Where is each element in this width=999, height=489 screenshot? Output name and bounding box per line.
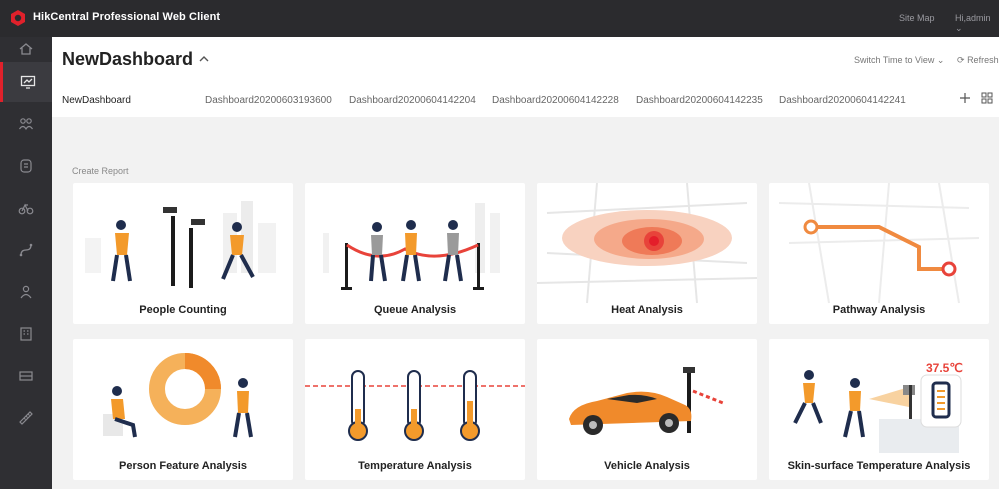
person-feature-illustration bbox=[103, 353, 253, 438]
sidebar-item-person[interactable] bbox=[0, 272, 52, 312]
report-card-vehicle-analysis[interactable]: Vehicle Analysis bbox=[537, 339, 757, 480]
card-label: Person Feature Analysis bbox=[119, 460, 247, 472]
sidebar-item-gate[interactable] bbox=[0, 356, 52, 396]
chevron-up-icon[interactable] bbox=[198, 53, 210, 65]
person-icon bbox=[20, 285, 32, 299]
report-card-person-feature-analysis[interactable]: Person Feature Analysis bbox=[73, 339, 293, 480]
card-label: Pathway Analysis bbox=[832, 304, 926, 316]
sidebar-item-face[interactable] bbox=[0, 146, 52, 186]
dashboard-header: NewDashboard Switch Time to View ⌄ ⟳ Ref… bbox=[52, 37, 999, 117]
gate-icon bbox=[19, 371, 33, 381]
sidebar bbox=[0, 37, 52, 489]
switch-time-dropdown[interactable]: Switch Time to View ⌄ bbox=[854, 55, 944, 66]
building-icon bbox=[20, 327, 32, 341]
report-card-queue-analysis[interactable]: Queue Analysis bbox=[305, 183, 525, 324]
sidebar-item-people[interactable] bbox=[0, 104, 52, 144]
section-label: Create Report bbox=[72, 166, 129, 176]
card-label: Queue Analysis bbox=[373, 304, 457, 316]
people-icon bbox=[19, 118, 33, 131]
chevron-down-icon: ⌄ bbox=[955, 23, 963, 33]
main-content: NewDashboard Switch Time to View ⌄ ⟳ Ref… bbox=[52, 37, 999, 489]
heat-analysis-illustration bbox=[537, 183, 757, 304]
tab-dashboard-1[interactable]: Dashboard20200603193600 bbox=[205, 95, 332, 106]
face-icon bbox=[20, 159, 32, 173]
tab-dashboard-2[interactable]: Dashboard20200604142204 bbox=[349, 95, 476, 106]
card-label: Temperature Analysis bbox=[358, 460, 472, 472]
sidebar-item-pathway[interactable] bbox=[0, 230, 52, 270]
sidebar-item-building[interactable] bbox=[0, 314, 52, 354]
refresh-icon: ⟳ bbox=[957, 55, 965, 65]
user-name: Hi,admin bbox=[955, 13, 991, 23]
ruler-icon bbox=[19, 411, 33, 425]
tab-dashboard-5[interactable]: Dashboard20200604142241 bbox=[779, 95, 906, 106]
pathway-icon bbox=[19, 243, 33, 257]
report-card-people-counting[interactable]: People Counting bbox=[73, 183, 293, 324]
pathway-analysis-illustration bbox=[778, 183, 980, 304]
card-label: Skin-surface Temperature Analysis bbox=[787, 460, 971, 472]
queue-analysis-illustration bbox=[323, 203, 500, 290]
bicycle-icon bbox=[18, 203, 34, 215]
tab-dashboard-3[interactable]: Dashboard20200604142228 bbox=[492, 95, 619, 106]
sidebar-item-vehicle[interactable] bbox=[0, 188, 52, 228]
tab-newdashboard[interactable]: NewDashboard bbox=[62, 95, 131, 106]
add-icon[interactable] bbox=[959, 92, 971, 104]
report-card-temperature-analysis[interactable]: Temperature Analysis bbox=[305, 339, 525, 480]
refresh-label: Refresh bbox=[967, 55, 999, 65]
report-card-skin-surface-temperature-analysis[interactable]: 37.5℃ Skin-surface Temperature Analysis bbox=[769, 339, 989, 480]
sidebar-item-ruler[interactable] bbox=[0, 398, 52, 438]
report-card-heat-analysis[interactable]: Heat Analysis bbox=[537, 183, 757, 324]
top-bar: HikCentral Professional Web Client Site … bbox=[0, 0, 999, 37]
card-label: Vehicle Analysis bbox=[604, 460, 690, 472]
card-label: Heat Analysis bbox=[611, 304, 683, 316]
site-map-link[interactable]: Site Map bbox=[899, 13, 935, 23]
user-menu[interactable]: Hi,admin ⌄ bbox=[955, 13, 999, 34]
home-icon bbox=[19, 43, 33, 55]
card-label: People Counting bbox=[139, 304, 227, 316]
grid-icon[interactable] bbox=[981, 92, 993, 104]
report-card-pathway-analysis[interactable]: Pathway Analysis bbox=[769, 183, 989, 324]
hikcentral-logo-icon bbox=[11, 10, 25, 26]
vehicle-analysis-illustration bbox=[569, 367, 724, 435]
chevron-down-icon: ⌄ bbox=[936, 55, 945, 65]
app-title: HikCentral Professional Web Client bbox=[33, 11, 221, 23]
page-title: NewDashboard bbox=[62, 49, 194, 69]
temperature-reading: 37.5℃ bbox=[926, 361, 963, 375]
refresh-button[interactable]: ⟳ Refresh bbox=[957, 55, 999, 66]
tab-dashboard-4[interactable]: Dashboard20200604142235 bbox=[636, 95, 763, 106]
dashboard-icon bbox=[20, 75, 35, 89]
switch-time-label: Switch Time to View bbox=[854, 55, 935, 65]
people-counting-illustration bbox=[85, 201, 276, 288]
sidebar-item-dashboard[interactable] bbox=[0, 62, 52, 102]
temperature-analysis-illustration bbox=[305, 370, 525, 441]
sidebar-item-home[interactable] bbox=[0, 37, 52, 61]
